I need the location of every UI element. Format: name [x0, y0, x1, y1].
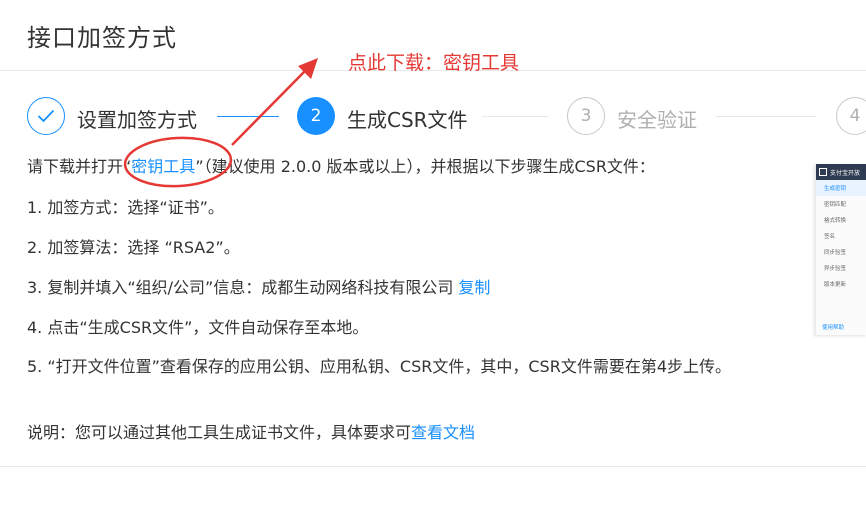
annotation-arrow-head: [298, 58, 318, 79]
step-connector-1: [217, 116, 279, 117]
instruction-2: 2. 加签算法：选择 “RSA2”。: [27, 238, 240, 257]
step-3-number: 3: [567, 97, 605, 135]
annotation-text: 点此下载：密钥工具: [348, 52, 520, 74]
step-1-label: 设置加签方式: [77, 108, 197, 132]
step-4-number: 4: [836, 97, 866, 135]
step-2-number: 2: [297, 97, 335, 135]
instruction-4: 4. 点击“生成CSR文件”，文件自动保存至本地。: [27, 318, 369, 337]
annotation-overlay: [123, 58, 318, 188]
footer-divider: [0, 466, 866, 467]
preview-help-link: 使用帮助: [822, 325, 845, 331]
intro-prefix: 请下载并打开“: [27, 157, 132, 176]
step-2-label: 生成CSR文件: [347, 108, 468, 132]
instruction-3-text: 3. 复制并填入“组织/公司”信息：成都生动网络科技有限公司: [27, 278, 459, 297]
instruction-1: 1. 加签方式：选择“证书”。: [27, 198, 224, 217]
preview-menu-item: 同步验签: [824, 250, 847, 256]
preview-menu-item: 格式转换: [824, 218, 847, 224]
preview-menu-item: 生成密钥: [816, 180, 866, 196]
step-connector-2: [482, 116, 548, 117]
note-line: 说明：您可以通过其他工具生成证书文件，具体要求可查看文档: [27, 419, 475, 443]
key-tool-link[interactable]: 密钥工具: [131, 157, 195, 176]
intro-suffix: ”（建议使用 2.0.0 版本或以上），并根据以下步骤生成CSR文件：: [195, 157, 655, 176]
preview-menu-item: 密钥匹配: [824, 202, 847, 208]
annotation-arrow-line: [231, 69, 307, 146]
step-1-check-icon: [27, 97, 65, 135]
preview-logo-icon: [819, 168, 827, 176]
note-text: 说明：您可以通过其他工具生成证书文件，具体要求可: [27, 423, 412, 442]
copy-link[interactable]: 复制: [458, 278, 490, 297]
preview-menu-item: 签名: [824, 234, 836, 240]
instruction-5: 5. “打开文件位置”查看保存的应用公钥、应用私钥、CSR文件，其中，CSR文件…: [27, 357, 732, 376]
page-title: 接口加签方式: [27, 24, 177, 52]
preview-header: 支付宝开放: [816, 164, 866, 180]
step-connector-3: [716, 116, 816, 117]
preview-menu-item: 版本更新: [824, 282, 847, 288]
instruction-3: 3. 复制并填入“组织/公司”信息：成都生动网络科技有限公司 复制: [27, 274, 490, 298]
view-docs-link[interactable]: 查看文档: [411, 423, 475, 442]
key-tool-preview-image: 支付宝开放 生成密钥 密钥匹配 格式转换 签名 同步验签 异步验签 版本更新 使…: [815, 164, 866, 335]
preview-menu-item: 异步验签: [824, 266, 847, 272]
preview-title: 支付宝开放: [830, 169, 861, 177]
step-3-label: 安全验证: [617, 108, 697, 132]
intro-line: 请下载并打开“密钥工具”（建议使用 2.0.0 版本或以上），并根据以下步骤生成…: [27, 153, 655, 177]
